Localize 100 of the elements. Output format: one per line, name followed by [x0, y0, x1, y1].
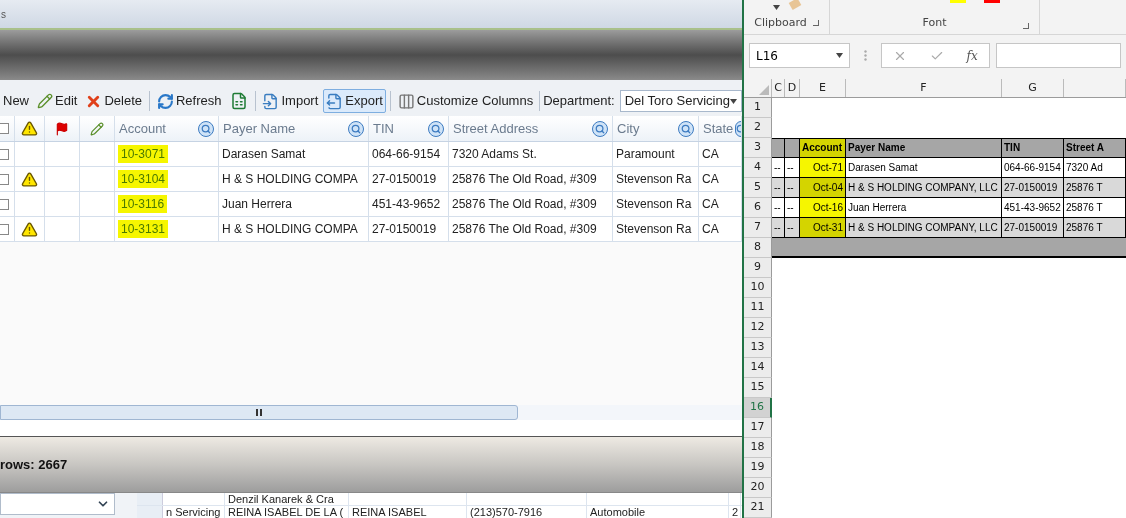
table-cell-text: H & S HOLDING COMPA	[222, 171, 358, 188]
search-icon[interactable]	[678, 120, 694, 137]
row-number[interactable]: 2	[744, 118, 772, 138]
row-checkbox[interactable]	[0, 148, 9, 160]
sheet-cell-text: --	[787, 221, 794, 235]
row-number[interactable]: 16	[744, 398, 772, 418]
row-number[interactable]: 10	[744, 278, 772, 298]
table-cell-text: CA	[702, 171, 719, 188]
spreadsheet-icon	[229, 92, 248, 110]
group-label: Clipboard	[754, 15, 807, 32]
column-header[interactable]: Street Address	[453, 118, 539, 139]
account-link[interactable]: 10-3071	[118, 145, 169, 163]
sheet-cell-text: --	[787, 161, 794, 175]
pencil-icon	[37, 93, 53, 109]
table-cell-text: Stevenson Ra	[616, 196, 692, 213]
table-cell-text: 25876 The Old Road, #309	[452, 171, 597, 188]
header-checkbox[interactable]	[0, 123, 9, 134]
toolbar-button[interactable]: Delete	[82, 89, 145, 113]
row-checkbox[interactable]	[0, 198, 9, 210]
column-header[interactable]: State	[703, 118, 734, 139]
row-number[interactable]: 14	[744, 358, 772, 378]
search-icon[interactable]	[348, 120, 364, 137]
account-link[interactable]: 10-3104	[118, 170, 169, 188]
row-number[interactable]: 8	[744, 238, 772, 258]
formula-field[interactable]	[996, 43, 1121, 69]
row-number[interactable]: 12	[744, 318, 772, 338]
row-number[interactable]: 7	[744, 218, 772, 238]
window-title: s	[0, 7, 6, 22]
sheet-cell-text: 27-0150019	[1004, 221, 1058, 235]
row-number[interactable]: 17	[744, 418, 772, 438]
table-cell-text: CA	[702, 221, 719, 238]
row-checkbox[interactable]	[0, 223, 9, 235]
row-number[interactable]: 15	[744, 378, 772, 398]
table-cell: 2	[732, 506, 739, 518]
account-link[interactable]: 10-3131	[118, 220, 169, 238]
header-cell-text: Street A	[1066, 141, 1104, 156]
name-box[interactable]: L16	[749, 43, 850, 69]
toolbar-button[interactable]: Export	[323, 89, 386, 113]
row-number[interactable]: 19	[744, 458, 772, 478]
import-icon	[262, 92, 280, 110]
highlight-swatch-icon[interactable]	[949, 0, 966, 3]
header-cell-text: Account	[802, 141, 842, 156]
launcher-icon[interactable]	[1023, 22, 1029, 29]
caret-icon[interactable]	[729, 98, 737, 104]
scrollbar-thumb[interactable]	[0, 405, 518, 420]
sheet-cell-text: --	[774, 181, 781, 195]
table-cell-text: CA	[702, 146, 719, 163]
table-cell-text: Stevenson Ra	[616, 171, 692, 188]
refresh-icon	[156, 92, 174, 110]
toolbar-button[interactable]: Customize Columns	[394, 89, 537, 113]
function-button[interactable]: fx	[966, 46, 978, 65]
column-letter[interactable]: D	[787, 79, 797, 97]
row-number[interactable]: 5	[744, 178, 772, 198]
search-icon[interactable]	[592, 120, 608, 137]
row-number[interactable]: 18	[744, 438, 772, 458]
toolbar-button[interactable]: New	[0, 89, 32, 113]
row-number[interactable]: 20	[744, 478, 772, 498]
row-number[interactable]: 21	[744, 498, 772, 518]
column-letter[interactable]: G	[1028, 79, 1037, 97]
sheet-cell-text: 27-0150019	[1004, 181, 1058, 195]
column-letter[interactable]: F	[920, 79, 927, 97]
row-number[interactable]: 13	[744, 338, 772, 358]
sheet-cell-text: 25876 T	[1066, 221, 1103, 235]
column-header[interactable]: Payer Name	[223, 118, 296, 139]
account-link[interactable]: 10-3116	[118, 195, 168, 213]
search-icon[interactable]	[198, 120, 214, 137]
search-icon[interactable]	[428, 120, 444, 137]
table-cell-text: 064-66-9154	[372, 146, 441, 163]
toolbar-button[interactable]: Refresh	[153, 89, 225, 113]
toolbar-button[interactable]: Edit	[34, 89, 81, 113]
sheet-cell-text: --	[787, 181, 794, 195]
caret-icon[interactable]	[836, 53, 843, 59]
font-color-swatch-icon[interactable]	[983, 0, 1000, 3]
column-header[interactable]: Account	[119, 118, 166, 139]
column-header[interactable]: City	[617, 118, 640, 139]
table-cell-text: 451-43-9652	[372, 196, 441, 213]
toolbar-button[interactable]: Import	[259, 89, 322, 113]
row-number[interactable]: 11	[744, 298, 772, 318]
row-checkbox[interactable]	[0, 173, 9, 185]
row-number[interactable]: 1	[744, 98, 772, 118]
department-dropdown[interactable]: Del Toro Servicing	[619, 90, 742, 112]
warning-icon	[21, 120, 38, 137]
table-cell: Denzil Kanarek & Cra	[228, 493, 334, 505]
column-letter[interactable]: C	[774, 79, 782, 97]
grip-icon[interactable]	[864, 50, 867, 62]
table-cell: Automobile	[590, 506, 646, 518]
sheet-cell-text: --	[774, 201, 781, 215]
sheet-cell-text: 25876 T	[1066, 181, 1103, 195]
column-letter[interactable]: E	[819, 79, 826, 97]
column-header[interactable]: TIN	[373, 118, 394, 139]
row-number[interactable]: 6	[744, 198, 772, 218]
row-number[interactable]: 4	[744, 158, 772, 178]
row-number[interactable]: 3	[744, 138, 772, 158]
table-cell: (213)570-7916	[470, 506, 543, 518]
row-number[interactable]: 9	[744, 258, 772, 278]
sheet-cell-text: --	[787, 201, 794, 215]
sheet-cell-text: --	[774, 221, 781, 235]
sheet-cell-text: --	[774, 161, 781, 175]
caret-icon[interactable]	[773, 5, 780, 10]
launcher-icon[interactable]	[812, 20, 819, 27]
